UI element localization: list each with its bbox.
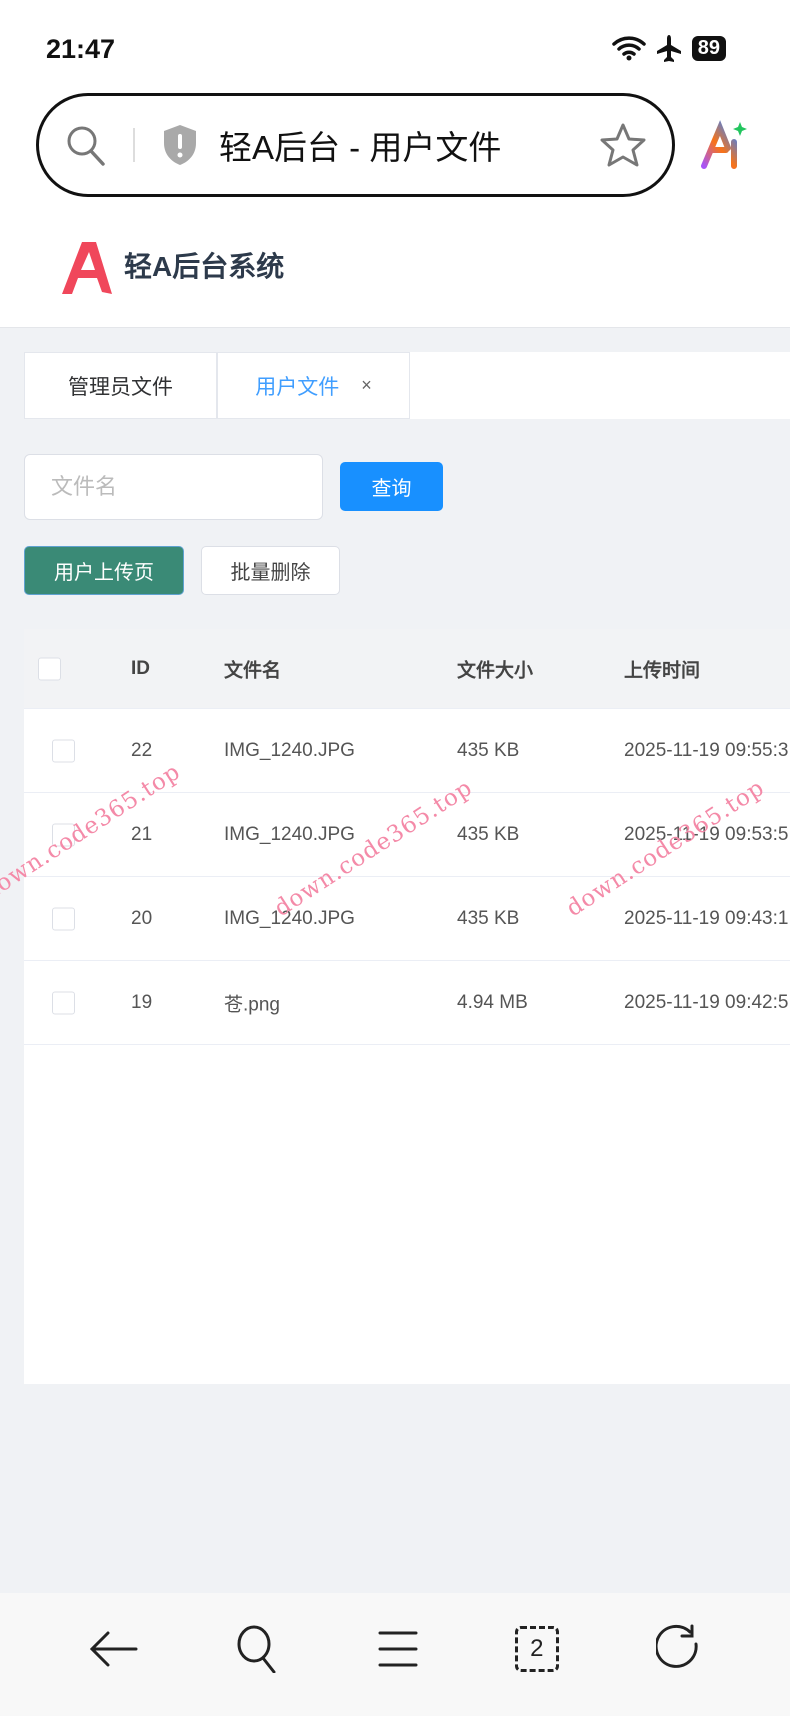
search-icon[interactable] [235, 1625, 281, 1673]
tab-label: 用户文件 [255, 375, 340, 399]
tab-admin-files[interactable]: 管理员文件 [24, 352, 217, 419]
address-bar[interactable]: 轻A后台 - 用户文件 [36, 93, 675, 197]
cell-size: 4.94 MB [457, 991, 528, 1013]
table-header: ID 文件名 文件大小 上传时间 [24, 629, 790, 709]
row-checkbox[interactable] [52, 907, 75, 930]
shield-warning-icon[interactable] [161, 123, 199, 167]
table-row[interactable]: 21 IMG_1240.JPG 435 KB 2025-11-19 09:53:… [24, 793, 790, 877]
browser-bottom-bar: 2 [0, 1593, 790, 1716]
airplane-icon [656, 35, 681, 62]
row-checkbox[interactable] [52, 991, 75, 1014]
cell-upload-time: 2025-11-19 09:55:3 [624, 739, 789, 761]
tab-count: 2 [530, 1634, 544, 1662]
app-brand-name: 轻A后台系统 [124, 251, 285, 282]
cell-id: 22 [131, 739, 153, 761]
row-checkbox[interactable] [52, 739, 75, 762]
battery-indicator: 89 [691, 35, 726, 61]
cell-upload-time: 2025-11-19 09:53:5 [624, 823, 789, 845]
cell-filename: IMG_1240.JPG [224, 907, 355, 929]
cell-id: 19 [131, 991, 153, 1013]
column-header-upload-time[interactable]: 上传时间 [624, 655, 700, 682]
refresh-icon[interactable] [655, 1624, 702, 1674]
column-header-filename[interactable]: 文件名 [224, 655, 281, 682]
batch-delete-button[interactable]: 批量删除 [201, 546, 340, 595]
cell-upload-time: 2025-11-19 09:42:5 [624, 991, 789, 1013]
cell-id: 20 [131, 907, 153, 929]
cell-size: 435 KB [457, 907, 520, 929]
user-upload-page-button[interactable]: 用户上传页 [24, 546, 184, 595]
close-tab-icon[interactable]: × [361, 375, 372, 396]
back-arrow-icon[interactable] [88, 1629, 138, 1669]
tab-user-files[interactable]: 用户文件 × [217, 352, 410, 419]
ai-assistant-icon[interactable] [700, 120, 748, 170]
row-checkbox[interactable] [52, 823, 75, 846]
status-icons: 89 [612, 34, 726, 62]
tabs-switcher-button[interactable]: 2 [514, 1625, 559, 1672]
status-time: 21:47 [46, 34, 116, 64]
cell-filename: 苍.png [224, 994, 280, 1015]
table-row[interactable]: 19 苍.png 4.94 MB 2025-11-19 09:42:5 [24, 961, 790, 1045]
wifi-icon [612, 36, 646, 61]
url-title[interactable]: 轻A后台 - 用户文件 [219, 121, 600, 169]
menu-icon[interactable] [378, 1629, 418, 1669]
cell-id: 21 [131, 823, 153, 845]
star-bookmark-icon[interactable] [600, 122, 646, 168]
cell-size: 435 KB [457, 739, 520, 761]
cell-filename: IMG_1240.JPG [224, 739, 355, 761]
query-button[interactable]: 查询 [340, 462, 443, 511]
select-all-checkbox[interactable] [38, 657, 61, 680]
app-logo [62, 242, 112, 294]
table-row[interactable]: 20 IMG_1240.JPG 435 KB 2025-11-19 09:43:… [24, 877, 790, 961]
table-row[interactable]: 22 IMG_1240.JPG 435 KB 2025-11-19 09:55:… [24, 709, 790, 793]
files-table: ID 文件名 文件大小 上传时间 22 IMG_1240.JPG 435 KB … [24, 629, 790, 1384]
cell-upload-time: 2025-11-19 09:43:1 [624, 907, 789, 929]
tab-bar: 管理员文件 用户文件 × [24, 352, 790, 419]
divider [133, 128, 135, 162]
search-icon[interactable] [65, 124, 107, 166]
column-header-id[interactable]: ID [131, 658, 150, 680]
filename-search-input[interactable] [24, 454, 323, 520]
cell-filename: IMG_1240.JPG [224, 823, 355, 845]
column-header-size[interactable]: 文件大小 [457, 655, 533, 682]
cell-size: 435 KB [457, 823, 520, 845]
tab-label: 管理员文件 [68, 375, 173, 399]
